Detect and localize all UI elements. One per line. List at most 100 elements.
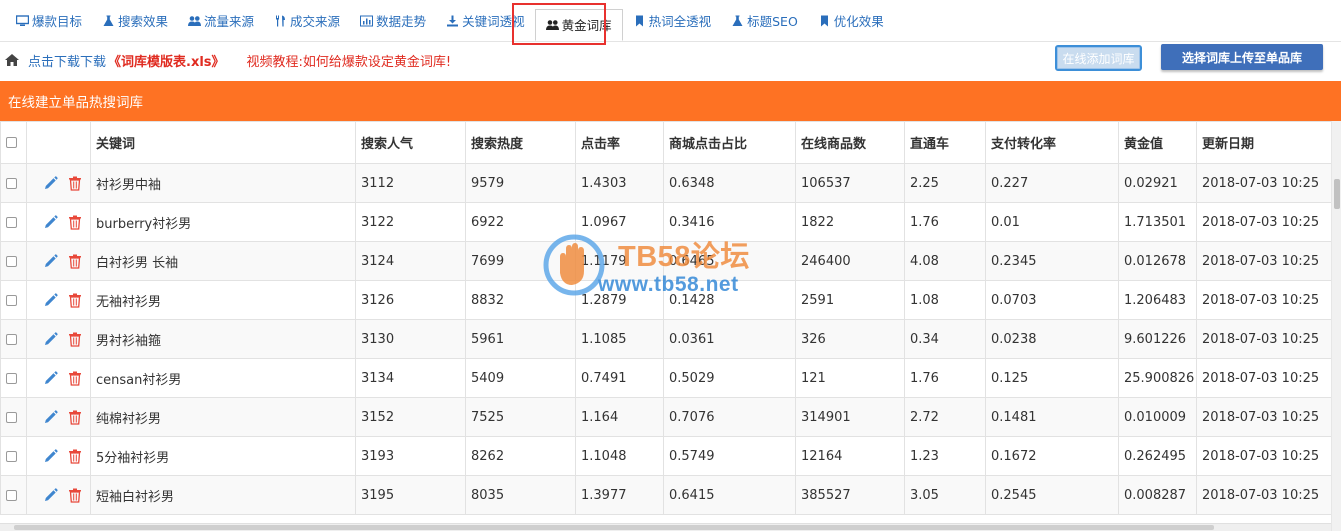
tab-5[interactable]: 关键词透视 (436, 6, 535, 36)
flask-icon (102, 15, 115, 27)
table-cell: 9.601226 (1118, 319, 1197, 359)
table-cell: 3134 (355, 358, 466, 398)
table-cell: 0.2345 (985, 241, 1119, 281)
edit-pencil-icon[interactable] (43, 370, 58, 386)
column-header[interactable]: 更新日期 (1196, 121, 1332, 164)
row-actions-cell (26, 358, 91, 398)
table-cell: 0.6415 (663, 475, 796, 515)
row-actions-cell (26, 202, 91, 242)
row-checkbox[interactable] (6, 450, 17, 462)
edit-pencil-icon[interactable] (43, 292, 58, 308)
table-cell: 0.02921 (1118, 163, 1197, 203)
scrollbar-thumb[interactable] (1334, 179, 1340, 209)
row-checkbox[interactable] (6, 489, 17, 501)
template-file-link[interactable]: 《词库模版表.xls》 (108, 51, 225, 70)
column-header[interactable]: 点击率 (575, 121, 664, 164)
delete-trash-icon[interactable] (68, 176, 82, 191)
tab-8[interactable]: 标题SEO (721, 6, 808, 36)
table-cell: 0.6465 (663, 241, 796, 281)
keyword-cell: 男衬衫袖箍 (90, 319, 356, 359)
cutlery-icon (274, 15, 287, 27)
table-cell: 2018-07-03 10:25 (1196, 280, 1332, 320)
delete-trash-icon[interactable] (68, 488, 82, 503)
column-header[interactable]: 搜索人气 (355, 121, 466, 164)
row-checkbox[interactable] (6, 294, 17, 306)
row-actions-cell (26, 397, 91, 437)
table-cell: 1.08 (904, 280, 986, 320)
delete-trash-icon[interactable] (68, 254, 82, 269)
horizontal-scrollbar-thumb[interactable] (14, 525, 1214, 530)
table-cell: 3124 (355, 241, 466, 281)
table-cell: 1.2879 (575, 280, 664, 320)
table-cell: 1.164 (575, 397, 664, 437)
table-cell: 0.010009 (1118, 397, 1197, 437)
home-icon[interactable] (4, 53, 20, 67)
edit-pencil-icon[interactable] (43, 448, 58, 464)
row-actions-cell (26, 319, 91, 359)
edit-pencil-icon[interactable] (43, 409, 58, 425)
select-all-cell (0, 121, 27, 164)
vertical-scrollbar[interactable] (1331, 121, 1341, 531)
table-cell: 0.125 (985, 358, 1119, 398)
edit-pencil-icon[interactable] (43, 214, 58, 230)
delete-trash-icon[interactable] (68, 332, 82, 347)
column-header[interactable]: 商城点击占比 (663, 121, 796, 164)
tab-0[interactable]: 爆款目标 (6, 6, 92, 36)
edit-pencil-icon[interactable] (43, 253, 58, 269)
video-tutorial-link[interactable]: 视频教程:如何给爆款设定黄金词库! (247, 51, 452, 70)
edit-pencil-icon[interactable] (43, 487, 58, 503)
tab-6[interactable]: 黄金词库 (534, 8, 623, 41)
delete-trash-icon[interactable] (68, 410, 82, 425)
column-header[interactable]: 在线商品数 (795, 121, 905, 164)
tab-3[interactable]: 成交来源 (264, 6, 350, 36)
table-cell: 8832 (465, 280, 576, 320)
tab-9[interactable]: 优化效果 (808, 6, 894, 36)
table-cell: 0.1672 (985, 436, 1119, 476)
column-header[interactable]: 黄金值 (1118, 121, 1197, 164)
table-header-row: 关键词 搜索人气 搜索热度 点击率 商城点击占比 在线商品数 直通车 支付转化率 黄金值 更新日期 (0, 121, 1332, 164)
delete-trash-icon[interactable] (68, 215, 82, 230)
delete-trash-icon[interactable] (68, 371, 82, 386)
row-checkbox[interactable] (6, 333, 17, 345)
column-header[interactable]: 搜索热度 (465, 121, 576, 164)
column-header[interactable]: 支付转化率 (985, 121, 1119, 164)
table-row: 短袖白衬衫男 3195 8035 1.3977 0.6415 385527 3.05 0.25… (0, 475, 1332, 515)
table-cell: 326 (795, 319, 905, 359)
table-row: 纯棉衬衫男 3152 7525 1.164 0.7076 314901 2.72 0.1481… (0, 397, 1332, 437)
row-checkbox[interactable] (6, 216, 17, 228)
delete-trash-icon[interactable] (68, 293, 82, 308)
table-cell: 0.3416 (663, 202, 796, 242)
table-cell: 314901 (795, 397, 905, 437)
row-checkbox[interactable] (6, 372, 17, 384)
tab-1[interactable]: 搜索效果 (92, 6, 178, 36)
keyword-table-container: 关键词 搜索人气 搜索热度 点击率 商城点击占比 在线商品数 直通车 支付转化率 黄金值 更新日期… (0, 121, 1341, 531)
table-row: 5分袖衬衫男 3193 8262 1.1048 0.5749 12164 1.23 0.167… (0, 436, 1332, 476)
edit-pencil-icon[interactable] (43, 175, 58, 191)
table-cell: 0.1481 (985, 397, 1119, 437)
row-checkbox[interactable] (6, 177, 17, 189)
select-all-checkbox[interactable] (6, 137, 17, 148)
table-cell: 3.05 (904, 475, 986, 515)
upload-to-product-button[interactable]: 选择词库上传至单品库 (1161, 44, 1323, 70)
tab-7[interactable]: 热词全透视 (623, 6, 722, 36)
row-checkbox[interactable] (6, 255, 17, 267)
table-row: 无袖衬衫男 3126 8832 1.2879 0.1428 2591 1.08 0.0703 1… (0, 280, 1332, 320)
tab-4[interactable]: 数据走势 (350, 6, 436, 36)
table-cell: 0.5749 (663, 436, 796, 476)
table-cell: 0.012678 (1118, 241, 1197, 281)
download-link[interactable]: 点击下载下载 (28, 51, 106, 70)
add-online-button[interactable]: 在线添加词库 (1055, 45, 1142, 71)
tab-2[interactable]: 流量来源 (178, 6, 264, 36)
column-header[interactable]: 直通车 (904, 121, 986, 164)
keyword-cell: 5分袖衬衫男 (90, 436, 356, 476)
tab-label: 流量来源 (204, 14, 255, 29)
table-cell: 12164 (795, 436, 905, 476)
delete-trash-icon[interactable] (68, 449, 82, 464)
column-header[interactable]: 关键词 (90, 121, 356, 164)
flask-icon (731, 15, 744, 27)
row-checkbox[interactable] (6, 411, 17, 423)
row-checkbox-cell (0, 163, 27, 203)
horizontal-scrollbar[interactable] (0, 523, 1331, 531)
edit-pencil-icon[interactable] (43, 331, 58, 347)
table-cell: 1.1085 (575, 319, 664, 359)
